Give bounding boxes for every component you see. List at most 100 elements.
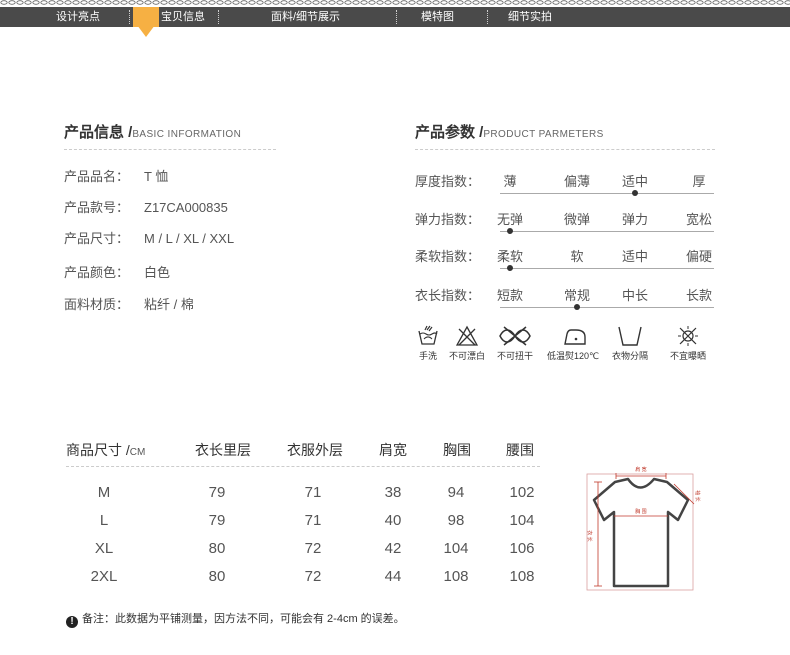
param-option: 微弹: [563, 212, 591, 227]
param-option: 弹力: [621, 212, 649, 227]
size-table-cell: 72: [304, 568, 322, 585]
param-label: 衣长指数：: [415, 288, 481, 303]
size-table-size-cell: M: [97, 484, 111, 501]
note-text: 备注：此数据为平铺测量，因方法不同，可能会有 2-4cm 的误差。: [82, 613, 405, 625]
param-option: 适中: [621, 249, 649, 264]
param-scale-line: [500, 307, 714, 308]
care-label: 不可漂白: [448, 351, 486, 361]
nav-item-design[interactable]: 设计亮点: [56, 7, 100, 27]
param-option: 短款: [496, 288, 524, 303]
size-table-cell: 80: [208, 540, 226, 557]
info-row-style-no: 产品款号： Z17CA000835: [64, 200, 228, 215]
size-table-cell: 72: [304, 540, 322, 557]
size-table-cell: 104: [509, 512, 535, 529]
low-iron-icon: [564, 329, 586, 345]
divider: [64, 149, 276, 150]
size-table-cell: 79: [208, 484, 226, 501]
diagram-label-sleeve: 袖 长: [694, 490, 701, 501]
param-scale-line: [500, 193, 714, 194]
care-label: 不可扭干: [496, 351, 534, 361]
param-scale-line: [500, 231, 714, 232]
diagram-label-length: 衣 长: [586, 530, 593, 541]
size-table-size-cell: XL: [94, 540, 114, 557]
nav-item-product-info[interactable]: 宝贝信息: [161, 7, 205, 27]
care-label: 低温熨120℃: [546, 351, 600, 361]
care-label: 手洗: [418, 351, 438, 361]
param-option: 软: [570, 249, 584, 264]
nav-active-marker: [133, 7, 159, 37]
param-option: 长款: [685, 288, 713, 303]
param-option: 无弹: [496, 212, 524, 227]
param-scale-line: [500, 268, 714, 269]
param-option: 薄: [503, 174, 517, 189]
param-label: 弹力指数：: [415, 212, 481, 227]
nav-separator: [129, 10, 130, 24]
param-option: 偏薄: [563, 174, 591, 189]
size-table-cell: 71: [304, 512, 322, 529]
param-option: 适中: [621, 174, 649, 189]
measurement-note: ! 备注：此数据为平铺测量，因方法不同，可能会有 2-4cm 的误差。: [66, 610, 405, 628]
size-table-cell: 94: [447, 484, 465, 501]
size-table-cell: 108: [443, 568, 469, 585]
param-label: 厚度指数：: [415, 174, 481, 189]
size-table-cell: 71: [304, 484, 322, 501]
size-table-header: 衣长里层: [195, 442, 251, 458]
care-label: 不宜曝晒: [669, 351, 707, 361]
size-table-cell: 44: [384, 568, 402, 585]
active-arrow-icon: [137, 25, 155, 37]
no-wring-icon: [499, 326, 531, 346]
size-table-cell: 104: [443, 540, 469, 557]
size-table-header-size: 商品尺寸 /CM: [66, 442, 146, 458]
care-label: 衣物分隔: [611, 351, 649, 361]
nav-separator: [487, 10, 488, 24]
info-row-material: 面料材质： 粘纤 / 棉: [64, 297, 194, 312]
nav-separator: [396, 10, 397, 24]
param-option: 厚: [692, 174, 706, 189]
param-option: 常规: [563, 288, 591, 303]
size-table-cell: 108: [509, 568, 535, 585]
param-indicator-dot: [574, 304, 580, 310]
info-row-color: 产品颜色： 白色: [64, 265, 171, 280]
size-table-header: 腰围: [506, 442, 534, 458]
size-table-cell: 38: [384, 484, 402, 501]
exclamation-icon: !: [66, 616, 78, 628]
size-table-cell: 79: [208, 512, 226, 529]
param-label: 柔软指数：: [415, 249, 481, 264]
size-table-header: 肩宽: [379, 442, 407, 458]
param-indicator-dot: [507, 265, 513, 271]
param-option: 中长: [621, 288, 649, 303]
product-info-subtitle: BASIC INFORMATION: [132, 129, 242, 140]
nav-separator: [218, 10, 219, 24]
size-table-header: 衣服外层: [287, 442, 343, 458]
param-option: 柔软: [496, 249, 524, 264]
hand-wash-icon: [418, 325, 438, 345]
diagram-label-shoulder: 肩 宽: [635, 466, 646, 473]
diagram-label-chest: 胸 围: [635, 508, 646, 515]
size-table-cell: 80: [208, 568, 226, 585]
param-indicator-dot: [507, 228, 513, 234]
no-sun-dry-icon: [678, 326, 698, 346]
product-params-title: 产品参数 /PRODUCT PARMETERS: [415, 124, 604, 141]
size-table-cell: 98: [447, 512, 465, 529]
product-params-subtitle: PRODUCT PARMETERS: [483, 129, 604, 140]
product-info-title: 产品信息 /BASIC INFORMATION: [64, 124, 242, 141]
param-option: 宽松: [685, 212, 713, 227]
tshirt-measurement-diagram: 肩 宽 胸 围 衣 长 袖 长: [586, 466, 701, 591]
info-row-name: 产品品名： T 恤: [64, 169, 169, 184]
param-indicator-dot: [632, 190, 638, 196]
size-table-cell: 106: [509, 540, 535, 557]
info-row-size: 产品尺寸： M / L / XL / XXL: [64, 231, 235, 246]
divider: [66, 466, 540, 467]
size-table-header: 胸围: [443, 442, 471, 458]
size-table-cell: 102: [509, 484, 535, 501]
size-table-size-cell: L: [99, 512, 109, 529]
no-bleach-icon: [456, 325, 478, 346]
size-table-cell: 42: [384, 540, 402, 557]
nav-bar: 设计亮点 面料/细节展示 模特图 细节实拍: [0, 7, 790, 27]
size-table-size-cell: 2XL: [90, 568, 118, 585]
nav-item-model[interactable]: 模特图: [421, 7, 454, 27]
nav-item-fabric[interactable]: 面料/细节展示: [271, 7, 340, 27]
nav-item-details[interactable]: 细节实拍: [508, 7, 552, 27]
size-table-cell: 40: [384, 512, 402, 529]
top-chain-border: [0, 0, 790, 5]
